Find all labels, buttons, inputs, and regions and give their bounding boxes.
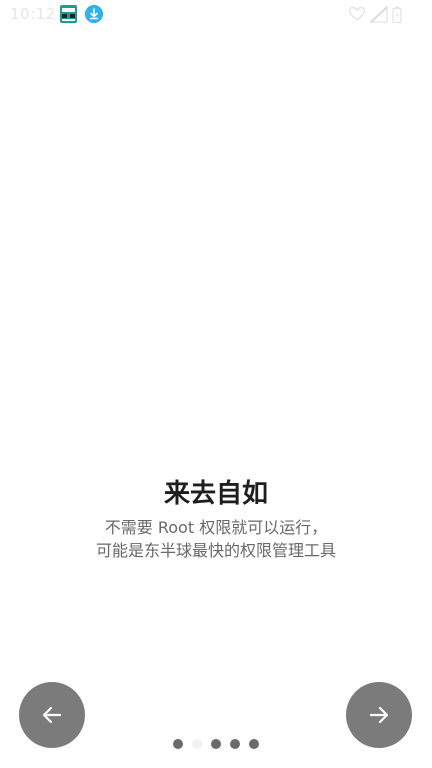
page-dot-4[interactable] (230, 739, 240, 749)
arrow-right-icon (369, 706, 389, 724)
status-right-icons (348, 5, 402, 23)
page-dot-5[interactable] (249, 739, 259, 749)
arrow-left-icon (42, 706, 62, 724)
app-icon (60, 5, 77, 23)
status-bar: 10:12 (0, 0, 432, 28)
status-time: 10:12 (10, 5, 56, 23)
signal-icon (370, 5, 388, 23)
page-title: 来去自如 (163, 479, 268, 509)
battery-icon (392, 6, 402, 23)
download-icon (85, 5, 103, 23)
page-description: 不需要 Root 权限就可以运行， 可能是东半球最快的权限管理工具 (0, 516, 432, 562)
page-dot-1[interactable] (173, 739, 183, 749)
page-dot-3[interactable] (211, 739, 221, 749)
description-line-1: 不需要 Root 权限就可以运行， (104, 518, 328, 537)
page-indicator (0, 739, 432, 749)
page-dot-2[interactable] (192, 739, 202, 749)
onboarding-content: 来去自如 不需要 Root 权限就可以运行， 可能是东半球最快的权限管理工具 (0, 476, 432, 562)
description-line-2: 可能是东半球最快的权限管理工具 (95, 541, 336, 560)
heart-outline-icon (348, 6, 366, 21)
